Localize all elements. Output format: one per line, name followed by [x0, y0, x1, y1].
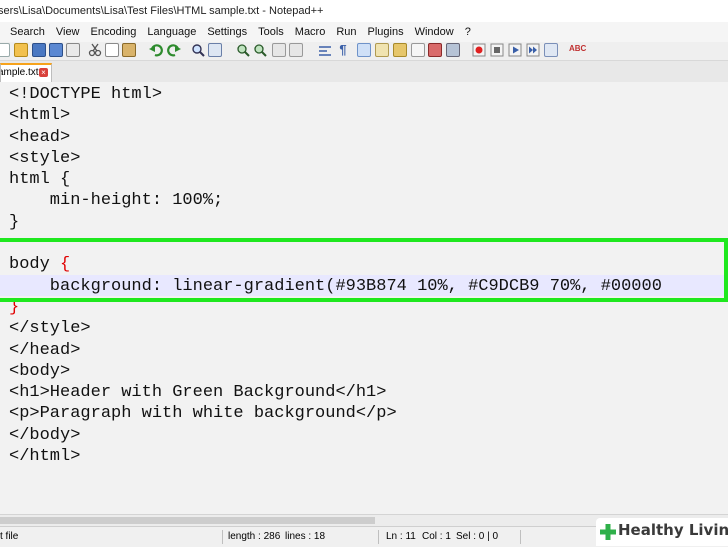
menu-view[interactable]: View: [56, 22, 80, 42]
save-icon[interactable]: [32, 43, 46, 57]
code-line-14: <body>: [9, 361, 71, 381]
menu-tools[interactable]: Tools: [258, 22, 284, 42]
status-divider: [222, 530, 223, 544]
copy-icon[interactable]: [105, 43, 119, 57]
menu-macro[interactable]: Macro: [295, 22, 326, 42]
record-macro-icon[interactable]: [472, 43, 486, 57]
code-line-17: </body>: [9, 425, 81, 445]
tab-close-icon[interactable]: ×: [39, 68, 48, 77]
code-line-9-text: body: [9, 255, 61, 275]
play-macro-icon[interactable]: [508, 43, 522, 57]
paste-icon[interactable]: [122, 43, 136, 57]
healthy-living-watermark: Healthy Living: [596, 518, 728, 546]
code-line-4: <style>: [9, 148, 81, 168]
save-macro-icon[interactable]: [544, 43, 558, 57]
tab-html-sample[interactable]: ample.txt ×: [0, 63, 52, 82]
status-length: length : 286: [228, 531, 281, 542]
language-icon[interactable]: [375, 43, 389, 57]
code-line-16: <p>Paragraph with white background</p>: [9, 404, 397, 424]
tab-label: ample.txt: [0, 67, 39, 78]
status-sel: Sel : 0 | 0: [456, 531, 499, 542]
menu-bar: Search View Encoding Language Settings Tools M…: [0, 22, 728, 42]
status-lines: lines : 18: [285, 531, 326, 542]
zoom-in-icon[interactable]: [236, 43, 250, 57]
code-line-3: <head>: [9, 127, 71, 147]
indent-guide-icon[interactable]: [357, 43, 371, 57]
title-bar: sers\Lisa\Documents\Lisa\Test Files\HTML…: [0, 0, 728, 22]
code-line-5: html {: [9, 170, 71, 190]
menu-language[interactable]: Language: [147, 22, 196, 42]
scrollbar-thumb[interactable]: [0, 517, 375, 524]
run-macro-multiple-icon[interactable]: [526, 43, 540, 57]
function-list-icon[interactable]: [411, 43, 425, 57]
code-line-11: }: [9, 297, 20, 317]
code-line-2: <html>: [9, 106, 71, 126]
menu-search[interactable]: Search: [10, 22, 45, 42]
redo-icon[interactable]: [167, 43, 181, 57]
show-all-chars-icon[interactable]: ¶: [336, 43, 350, 57]
sync-horizontal-icon[interactable]: [289, 43, 303, 57]
code-line-7: }: [9, 212, 20, 232]
cut-icon[interactable]: [88, 43, 102, 57]
code-line-6: min-height: 100%;: [9, 191, 224, 211]
stop-macro-icon[interactable]: [490, 43, 504, 57]
word-wrap-icon[interactable]: [318, 43, 332, 57]
editor-area[interactable]: <!DOCTYPE html> <html> <head> <style> ht…: [0, 82, 728, 514]
window-title: sers\Lisa\Documents\Lisa\Test Files\HTML…: [0, 5, 324, 17]
status-divider: [378, 530, 379, 544]
plus-leaf-icon: [600, 524, 616, 540]
status-ln: Ln : 11: [386, 531, 416, 542]
menu-settings[interactable]: Settings: [207, 22, 247, 42]
print-icon[interactable]: [66, 43, 80, 57]
monitor-icon[interactable]: [446, 43, 460, 57]
folder-icon[interactable]: [393, 43, 407, 57]
watermark-text: Healthy Living: [618, 521, 728, 539]
code-line-9-brace: {: [60, 255, 71, 275]
status-col: Col : 1: [422, 531, 451, 542]
undo-icon[interactable]: [149, 43, 163, 57]
menu-help[interactable]: ?: [465, 22, 471, 42]
replace-icon[interactable]: [208, 43, 222, 57]
code-line-9: body {: [9, 254, 662, 275]
status-file-type: t file: [0, 531, 19, 542]
code-line-1: <!DOCTYPE html>: [9, 85, 163, 104]
menu-encoding[interactable]: Encoding: [91, 22, 137, 42]
menu-run[interactable]: Run: [336, 22, 356, 42]
spellcheck-icon[interactable]: ABC: [569, 43, 586, 57]
code-line-10: background: linear-gradient(#93B874 10%,…: [9, 276, 662, 296]
code-text[interactable]: <!DOCTYPE html> <html> <head> <style> ht…: [9, 84, 662, 467]
code-line-12: </style>: [9, 319, 91, 339]
menu-plugins[interactable]: Plugins: [368, 22, 404, 42]
tab-bar: ample.txt ×: [0, 61, 728, 83]
new-file-icon[interactable]: [0, 43, 10, 57]
sync-vertical-icon[interactable]: [272, 43, 286, 57]
menu-window[interactable]: Window: [415, 22, 454, 42]
doc-map-icon[interactable]: [428, 43, 442, 57]
find-icon[interactable]: [191, 43, 205, 57]
code-line-15: <h1>Header with Green Background</h1>: [9, 383, 387, 403]
zoom-out-icon[interactable]: [253, 43, 267, 57]
code-line-18: </html>: [9, 447, 81, 467]
open-file-icon[interactable]: [14, 43, 28, 57]
code-line-13: </head>: [9, 340, 81, 360]
toolbar: ¶ ABC: [0, 42, 728, 61]
status-divider: [520, 530, 521, 544]
save-all-icon[interactable]: [49, 43, 63, 57]
